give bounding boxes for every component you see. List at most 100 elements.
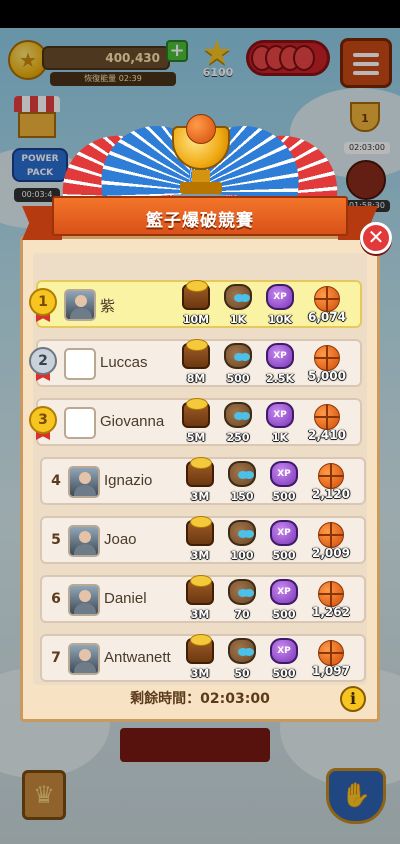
xp-reward-amount: 10K [268, 313, 292, 326]
coin-reward: 3M [182, 516, 218, 562]
xp-reward: 2.5K [262, 343, 298, 385]
xp-reward: 500 [266, 520, 302, 562]
pet-food-sack-icon [224, 402, 252, 428]
coin-barrel-icon [182, 339, 210, 369]
coin-reward-amount: 3M [190, 608, 210, 621]
pet-food-reward-amount: 500 [226, 372, 250, 385]
basketball-icon [314, 404, 340, 430]
xp-reward-amount: 500 [272, 549, 296, 562]
player-score: 1,262 [312, 605, 350, 619]
player-name: 紫 [100, 298, 116, 315]
coin-reward-amount: 3M [190, 490, 210, 503]
player-score: 2,009 [312, 546, 350, 560]
xp-reward: 500 [266, 638, 302, 680]
leaderboard-row[interactable]: 5 Joao 3M 100 500 2,009 [40, 516, 366, 564]
pet-food-sack-icon [228, 638, 256, 664]
leaderboard-row[interactable]: 6 Daniel 3M 70 500 1,262 [40, 575, 366, 623]
trophy-icon [170, 114, 232, 196]
leaderboard-row[interactable]: 4 Ignazio 3M 150 500 2,120 [40, 457, 366, 505]
player-score: 2,120 [312, 487, 350, 501]
player-avatar[interactable] [64, 289, 96, 321]
pet-food-sack-icon [228, 579, 256, 605]
rank-medal-icon: 2 [28, 347, 58, 381]
coin-barrel-icon [182, 280, 210, 310]
coin-reward: 3M [182, 575, 218, 621]
xp-potion-icon [266, 402, 294, 428]
coin-barrel-icon [186, 516, 214, 546]
rank-medal-icon: 1 [28, 288, 58, 322]
player-score: 6,074 [308, 310, 346, 324]
coin-reward: 3M [182, 457, 218, 503]
player-score: 5,000 [308, 369, 346, 383]
xp-potion-icon [270, 461, 298, 487]
xp-reward: 10K [262, 284, 298, 326]
player-avatar[interactable] [68, 525, 100, 557]
coin-reward-amount: 10M [182, 313, 210, 326]
coin-barrel-icon [186, 575, 214, 605]
pet-food-reward-amount: 1K [229, 313, 247, 326]
coin-barrel-icon [182, 398, 210, 428]
xp-reward-amount: 2.5K [265, 372, 294, 385]
pet-food-sack-icon [224, 284, 252, 310]
info-button[interactable]: i [340, 686, 366, 712]
rank-number: 4 [51, 473, 61, 489]
coin-reward: 10M [178, 280, 214, 326]
basketball-icon [318, 463, 344, 489]
leaderboard-row[interactable]: 1 紫 10M 1K 10K 6,074 [29, 280, 362, 328]
coin-reward: 8M [178, 339, 214, 385]
remaining-time: 剩餘時間：02:03:00 [34, 678, 366, 714]
rank-number: 7 [51, 650, 61, 666]
pet-food-sack-icon [224, 343, 252, 369]
player-avatar[interactable] [68, 584, 100, 616]
basketball-icon [318, 581, 344, 607]
title-banner: 籃子爆破競賽 [22, 196, 378, 240]
xp-potion-icon [270, 520, 298, 546]
pet-food-reward: 250 [220, 402, 256, 444]
xp-potion-icon [270, 638, 298, 664]
leaderboard-row[interactable]: 3 Giovanna 5M 250 1K 2,410 [29, 398, 362, 446]
rank-number: 3 [29, 406, 57, 434]
rank-number: 2 [29, 347, 57, 375]
pet-food-sack-icon [228, 520, 256, 546]
status-bar [0, 0, 400, 28]
trophy-decoration [55, 114, 345, 214]
close-button[interactable]: ✕ [360, 222, 392, 254]
coin-reward: 3M [182, 634, 218, 680]
player-avatar[interactable] [68, 643, 100, 675]
player-name: Luccas [100, 354, 148, 371]
pet-food-reward-amount: 150 [230, 490, 254, 503]
xp-potion-icon [270, 579, 298, 605]
coin-reward: 5M [178, 398, 214, 444]
leaderboard-row[interactable]: 2 Luccas 8M 500 2.5K 5,000 [29, 339, 362, 387]
player-name: Antwanett [104, 649, 171, 666]
xp-potion-icon [266, 343, 294, 369]
pet-food-reward: 100 [224, 520, 260, 562]
remaining-time-label: 剩餘時間：02:03:00 [130, 691, 270, 707]
xp-reward: 1K [262, 402, 298, 444]
xp-potion-icon [266, 284, 294, 310]
coin-reward-amount: 5M [186, 431, 206, 444]
rank-number: 5 [51, 532, 61, 548]
player-avatar[interactable] [68, 466, 100, 498]
player-score: 1,097 [312, 664, 350, 678]
player-avatar[interactable] [64, 407, 96, 439]
coin-barrel-icon [186, 634, 214, 664]
basketball-icon [318, 522, 344, 548]
leaderboard-row[interactable]: 7 Antwanett 3M 50 500 1,097 [40, 634, 366, 682]
tournament-title: 籃子爆破競賽 [146, 211, 254, 231]
pet-food-reward: 1K [220, 284, 256, 326]
xp-reward-amount: 1K [271, 431, 289, 444]
xp-reward: 500 [266, 579, 302, 621]
player-avatar[interactable] [64, 348, 96, 380]
xp-reward: 500 [266, 461, 302, 503]
pet-food-reward-amount: 100 [230, 549, 254, 562]
basketball-icon [314, 286, 340, 312]
pet-food-sack-icon [228, 461, 256, 487]
basketball-icon [314, 345, 340, 371]
pet-food-reward-amount: 250 [226, 431, 250, 444]
rank-number: 1 [29, 288, 57, 316]
pet-food-reward: 50 [224, 638, 260, 680]
player-name: Daniel [104, 590, 147, 607]
player-score: 2,410 [308, 428, 346, 442]
pet-food-reward-amount: 70 [234, 608, 250, 621]
